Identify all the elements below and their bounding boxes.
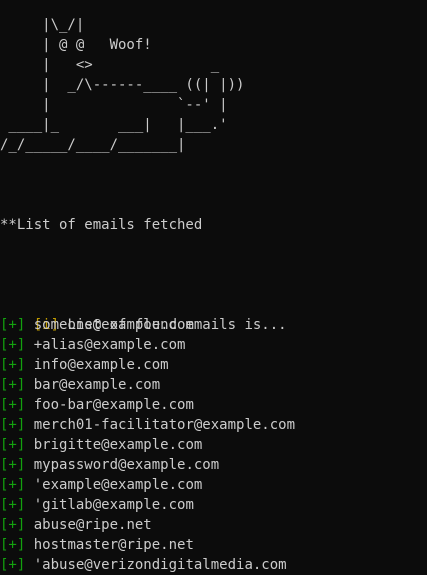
email-address: someone@example.com: [33, 317, 194, 333]
email-list-item: [+] bar@example.com: [0, 375, 295, 395]
email-list-item: [+] 'example@example.com: [0, 475, 295, 495]
plus-prefix: [+]: [0, 337, 26, 353]
terminal-window: |\_/| | @ @ Woof! | <> _ | _/\------____…: [0, 0, 427, 575]
email-address: 'example@example.com: [33, 477, 203, 493]
plus-prefix: [+]: [0, 357, 26, 373]
email-list-item: [+] hostmaster@ripe.net: [0, 535, 295, 555]
email-address: brigitte@example.com: [33, 437, 203, 453]
email-list-item: [+] merch01-facilitator@example.com: [0, 415, 295, 435]
email-list-item: [+] 'gitlab@example.com: [0, 495, 295, 515]
email-address: +alias@example.com: [33, 337, 186, 353]
email-address: merch01-facilitator@example.com: [33, 417, 296, 433]
email-list-item: [+] foo-bar@example.com: [0, 395, 295, 415]
email-address: 'abuse@verizondigitalmedia.com: [33, 557, 287, 573]
plus-prefix: [+]: [0, 417, 26, 433]
email-list-item: [+] abuse@ripe.net: [0, 515, 295, 535]
plus-prefix: [+]: [0, 457, 26, 473]
email-address: info@example.com: [33, 357, 169, 373]
email-address: hostmaster@ripe.net: [33, 537, 194, 553]
email-address: foo-bar@example.com: [33, 397, 194, 413]
output-heading: **List of emails fetched: [0, 217, 203, 233]
email-list-item: [+] 'abuse@verizondigitalmedia.com: [0, 555, 295, 575]
email-list: [+] someone@example.com [+] +alias@exampl…: [0, 315, 295, 575]
email-list-item: [+] info@example.com: [0, 355, 295, 375]
email-list-item: [+] brigitte@example.com: [0, 435, 295, 455]
email-list-item: [+] mypassword@example.com: [0, 455, 295, 475]
plus-prefix: [+]: [0, 557, 26, 573]
email-list-item: [+] +alias@example.com: [0, 335, 295, 355]
email-address: mypassword@example.com: [33, 457, 220, 473]
ascii-art-banner: |\_/| | @ @ Woof! | <> _ | _/\------____…: [0, 17, 245, 153]
plus-prefix: [+]: [0, 517, 26, 533]
plus-prefix: [+]: [0, 317, 26, 333]
email-address: abuse@ripe.net: [33, 517, 152, 533]
plus-prefix: [+]: [0, 497, 26, 513]
info-line: [i] List of found emails is...: [0, 295, 287, 333]
plus-prefix: [+]: [0, 397, 26, 413]
email-list-item: [+] someone@example.com: [0, 315, 295, 335]
plus-prefix: [+]: [0, 477, 26, 493]
plus-prefix: [+]: [0, 437, 26, 453]
email-address: bar@example.com: [33, 377, 161, 393]
email-address: 'gitlab@example.com: [33, 497, 194, 513]
plus-prefix: [+]: [0, 377, 26, 393]
plus-prefix: [+]: [0, 537, 26, 553]
